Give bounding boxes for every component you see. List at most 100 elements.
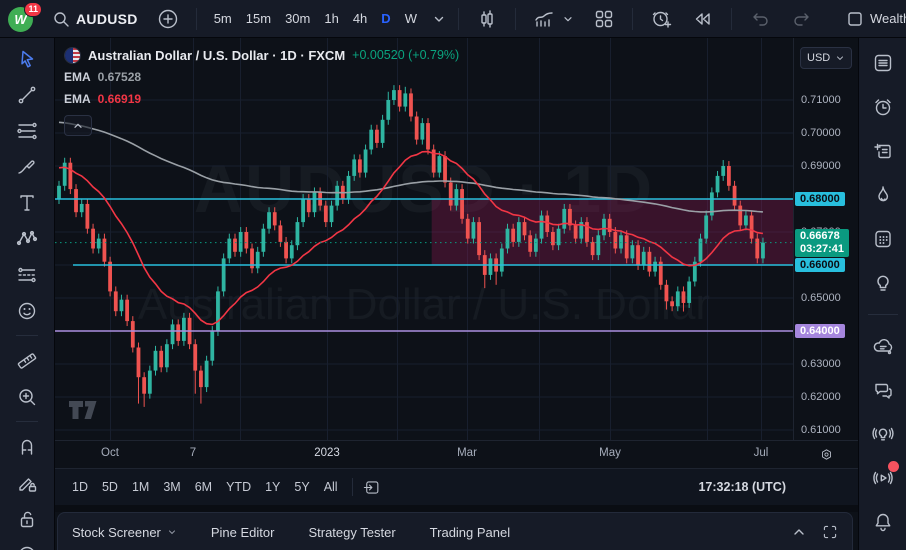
price-axis[interactable]: USD 0.710000.700000.690000.670000.650000…	[793, 38, 858, 440]
range-button-5D[interactable]: 5D	[95, 476, 125, 498]
notes-button[interactable]	[868, 138, 898, 164]
hide-drawings-tool[interactable]	[10, 541, 44, 550]
tradingview-watermark-logo	[68, 400, 102, 420]
bottom-panel-bar: Stock Screener Pine Editor Strategy Tester…	[57, 512, 853, 550]
notifications-button[interactable]	[868, 509, 898, 535]
chart-area: AUDUSD · 1D Australian Dollar / U.S. Dol…	[55, 38, 858, 550]
live-badge	[888, 461, 899, 472]
current-symbol: AUDUSD	[76, 11, 138, 27]
go-to-date-button[interactable]	[360, 476, 383, 499]
layout-grid-button[interactable]	[586, 3, 622, 35]
currency-label: USD	[807, 52, 830, 64]
interval-button-1h[interactable]: 1h	[317, 7, 345, 30]
range-button-1M[interactable]: 1M	[125, 476, 156, 498]
range-button-1D[interactable]: 1D	[65, 476, 95, 498]
interval-button-30m[interactable]: 30m	[278, 7, 317, 30]
chart-style-button[interactable]	[469, 3, 505, 35]
brush-tool[interactable]	[10, 153, 44, 180]
ideas-stream-button[interactable]	[868, 421, 898, 447]
text-icon	[15, 191, 39, 215]
lightbulb-icon	[871, 271, 895, 295]
compare-add-symbol-button[interactable]	[150, 3, 186, 35]
zoom-in-tool[interactable]	[10, 383, 44, 410]
time-tick: Oct	[101, 447, 119, 459]
bar-replay-button[interactable]	[685, 3, 721, 35]
text-tool[interactable]	[10, 189, 44, 216]
indicators-button[interactable]	[526, 3, 580, 35]
toolbar-divider	[16, 421, 38, 422]
layout-name-button[interactable]: Wealthy Educ...	[840, 6, 906, 32]
currency-selector[interactable]: USD	[800, 47, 852, 69]
interval-menu-button[interactable]	[430, 8, 448, 30]
magnet-icon	[15, 435, 39, 459]
fib-retracement-tool[interactable]	[10, 117, 44, 144]
level-price-label[interactable]: 0.64000	[795, 324, 845, 338]
emoji-tool[interactable]	[10, 297, 44, 324]
interval-buttons-group: 5m15m30m1h4hDW	[207, 7, 424, 30]
chart-plot[interactable]: AUDUSD · 1D Australian Dollar / U.S. Dol…	[55, 38, 793, 440]
interval-button-15m[interactable]: 15m	[239, 7, 278, 30]
panel-tab-stock-screener[interactable]: Stock Screener	[72, 525, 177, 540]
indicator-label: EMA	[64, 70, 91, 84]
range-button-3M[interactable]: 3M	[156, 476, 187, 498]
range-button-1Y[interactable]: 1Y	[258, 476, 287, 498]
measure-tool[interactable]	[10, 347, 44, 374]
session-clock[interactable]: 17:32:18 (UTC)	[698, 480, 786, 494]
create-alert-button[interactable]	[643, 3, 679, 35]
hotlists-button[interactable]	[868, 182, 898, 208]
range-button-YTD[interactable]: YTD	[219, 476, 258, 498]
undo-button[interactable]	[742, 3, 778, 35]
panel-tab-strategy-tester[interactable]: Strategy Tester	[308, 525, 395, 540]
speech-bubbles-icon	[871, 378, 895, 402]
time-axis[interactable]: Oct72023MarMayJul	[55, 440, 858, 468]
interval-button-D[interactable]: D	[374, 7, 397, 30]
range-button-5Y[interactable]: 5Y	[287, 476, 316, 498]
my-ideas-button[interactable]	[868, 270, 898, 296]
level-price-label[interactable]: 0.68000	[795, 192, 845, 206]
symbol-search-button[interactable]: AUDUSD	[46, 6, 144, 32]
magnet-mode-tool[interactable]	[10, 433, 44, 460]
level-price-label[interactable]: 0.66000	[795, 258, 845, 272]
forecast-tool[interactable]	[10, 261, 44, 288]
pattern-tool[interactable]	[10, 225, 44, 252]
panel-tab-pine-editor[interactable]: Pine Editor	[211, 525, 275, 540]
symbol-legend-row[interactable]: Australian Dollar / U.S. Dollar · 1D · F…	[64, 44, 459, 66]
indicator-legend-row[interactable]: EMA 0.66919	[64, 88, 459, 110]
redo-button[interactable]	[784, 3, 820, 35]
indicator-label: EMA	[64, 92, 91, 106]
alerts-button[interactable]	[868, 94, 898, 120]
chevron-up-icon[interactable]	[792, 525, 806, 539]
replay-rewind-icon	[691, 7, 715, 31]
chevron-down-icon	[562, 13, 574, 25]
range-button-All[interactable]: All	[317, 476, 345, 498]
gear-icon[interactable]	[819, 447, 834, 462]
economic-calendar-button[interactable]	[868, 226, 898, 252]
maximize-panel-icon[interactable]	[822, 524, 838, 540]
redo-arrow-icon	[790, 7, 814, 31]
indicators-icon	[532, 7, 556, 31]
indicator-value: 0.67528	[98, 70, 141, 84]
interval-button-4h[interactable]: 4h	[346, 7, 374, 30]
range-button-6M[interactable]: 6M	[188, 476, 219, 498]
drawing-lock-tool[interactable]	[10, 469, 44, 496]
indicator-legend-row[interactable]: EMA 0.67528	[64, 66, 459, 88]
interval-button-W[interactable]: W	[398, 7, 424, 30]
multichart-grid-icon	[592, 7, 616, 31]
interval-button-5m[interactable]: 5m	[207, 7, 239, 30]
account-menu-button[interactable]: W 11	[6, 4, 40, 34]
trading-platform-window: W 11 AUDUSD 5m15m30m1h4hDW	[0, 0, 906, 550]
sidebar-divider	[868, 314, 898, 315]
plus-circle-icon	[156, 7, 180, 31]
public-chats-button[interactable]	[868, 333, 898, 359]
cursor-tool[interactable]	[10, 45, 44, 72]
streams-button[interactable]	[868, 465, 898, 491]
trend-line-tool[interactable]	[10, 81, 44, 108]
watchlist-button[interactable]	[868, 50, 898, 76]
last-price-value: 0.66678	[800, 230, 844, 243]
lock-all-drawings-tool[interactable]	[10, 505, 44, 532]
chevron-up-icon	[72, 120, 84, 132]
time-tick: Mar	[457, 447, 477, 459]
panel-tab-trading-panel[interactable]: Trading Panel	[430, 525, 510, 540]
private-chats-button[interactable]	[868, 377, 898, 403]
legend-collapse-button[interactable]	[64, 115, 92, 136]
